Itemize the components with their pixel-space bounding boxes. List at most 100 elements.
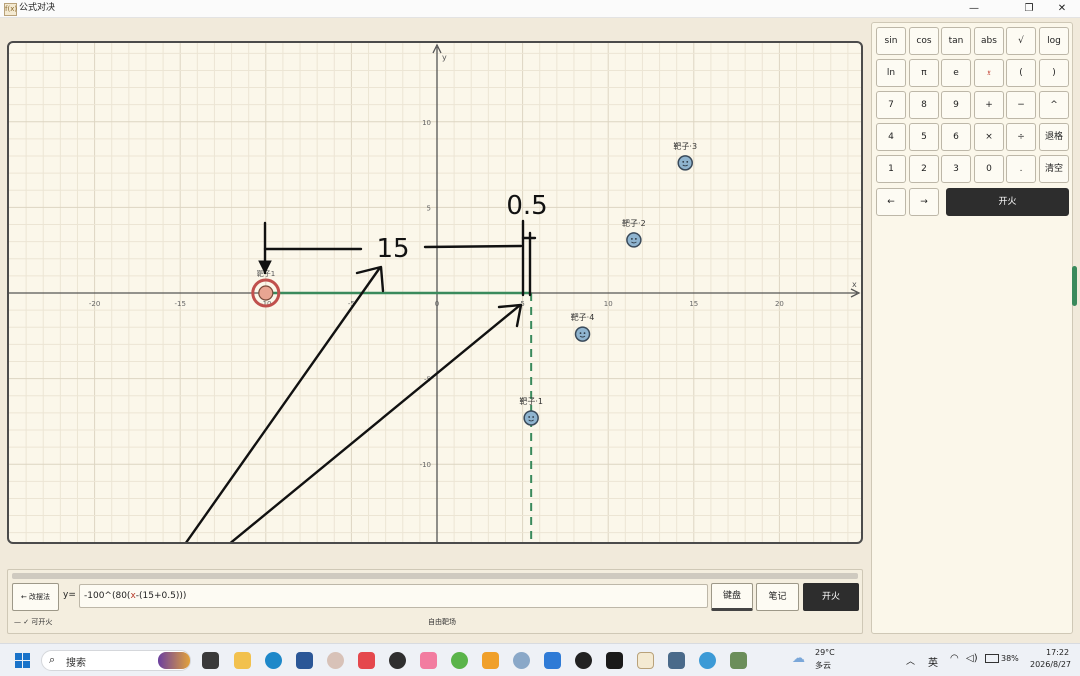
y-tick-label: 10 xyxy=(422,119,431,127)
settings-app-icon[interactable] xyxy=(513,652,530,669)
chevron-up-icon[interactable]: ︿ xyxy=(906,654,915,667)
formula-prefix: y= xyxy=(63,590,76,600)
globe-app-icon[interactable] xyxy=(699,652,716,669)
key-4-0[interactable]: 1 xyxy=(876,155,906,183)
dark-app-icon[interactable] xyxy=(389,652,406,669)
green-app-icon[interactable] xyxy=(451,652,468,669)
key-4-5[interactable]: 清空 xyxy=(1039,155,1069,183)
dev-app-icon[interactable] xyxy=(296,652,313,669)
formula-duel-app-icon[interactable] xyxy=(637,652,654,669)
title-bar: f(x) 公式对决 — ❐ ✕ xyxy=(0,0,1080,18)
x-tick-label: 20 xyxy=(775,300,784,308)
key-0-4[interactable]: √ xyxy=(1006,27,1036,55)
key-1-1[interactable]: π xyxy=(909,59,939,87)
key-1-4[interactable]: ( xyxy=(1006,59,1036,87)
target-3-label: 靶子·3 xyxy=(673,141,697,151)
close-button[interactable]: ✕ xyxy=(1044,0,1080,17)
target-eye xyxy=(579,332,582,334)
formula-input[interactable]: -100^(80(x-(15+0.5))) xyxy=(79,584,708,608)
x-tick-label: -20 xyxy=(89,300,100,308)
graph-canvas[interactable]: x y -20 -15 -10 -5 0 5 10 15 20 10 5 -5 -10 靶子·1 靶子·2 靶子·… xyxy=(7,41,863,544)
key-0-0[interactable]: sin xyxy=(876,27,906,55)
taskbar: ⌕ 搜索 ☁ 29°C 多云 ︿ 英 ◠ ◁) 38% 17:22 2026/8… xyxy=(0,643,1080,676)
target-eye xyxy=(630,238,633,240)
key-3-4[interactable]: ÷ xyxy=(1006,123,1036,151)
notes-button[interactable]: 笔记 xyxy=(756,583,799,611)
annotation-right-bracket xyxy=(423,244,523,249)
wifi-icon[interactable]: ◠ xyxy=(950,653,959,664)
clock-date[interactable]: 2026/8/27 xyxy=(1030,660,1071,669)
bilibili-icon[interactable] xyxy=(420,652,437,669)
y-axis-label: y xyxy=(442,53,447,62)
key-3-5[interactable]: 退格 xyxy=(1039,123,1069,151)
key-1-3[interactable]: 𝔵 xyxy=(974,59,1004,87)
target-3-icon xyxy=(677,155,693,171)
avatar-app-icon[interactable] xyxy=(327,652,344,669)
key-3-1[interactable]: 5 xyxy=(909,123,939,151)
restore-button[interactable]: ❐ xyxy=(1011,0,1047,17)
top-app-icon[interactable] xyxy=(606,652,623,669)
target-eye xyxy=(583,332,586,334)
key-0-1[interactable]: cos xyxy=(909,27,939,55)
key-4-2[interactable]: 3 xyxy=(941,155,971,183)
orange-app-icon[interactable] xyxy=(482,652,499,669)
key-4-4[interactable]: . xyxy=(1006,155,1036,183)
key-1-0[interactable]: ln xyxy=(876,59,906,87)
key-1-5[interactable]: ) xyxy=(1039,59,1069,87)
battery-icon[interactable] xyxy=(985,654,999,663)
key-2-5[interactable]: ^ xyxy=(1039,91,1069,119)
x-tick-label: 0 xyxy=(435,300,439,308)
key-0-5[interactable]: log xyxy=(1039,27,1069,55)
keypad-fire-button[interactable]: 开火 xyxy=(946,188,1069,216)
panel-scroll-handle[interactable] xyxy=(1072,266,1077,306)
target-eye xyxy=(528,416,531,418)
cursor-left-button[interactable]: ← xyxy=(876,188,906,216)
x-tick-label: -15 xyxy=(174,300,185,308)
task-view-icon[interactable] xyxy=(202,652,219,669)
ime-indicator[interactable]: 英 xyxy=(928,654,938,669)
fire-button[interactable]: 开火 xyxy=(803,583,859,611)
game-app-icon[interactable] xyxy=(730,652,747,669)
formula-text-post: -(15+0.5))) xyxy=(135,591,187,601)
key-2-3[interactable]: + xyxy=(974,91,1004,119)
key-0-2[interactable]: tan xyxy=(941,27,971,55)
search-highlight-icon xyxy=(158,652,190,669)
volume-icon[interactable]: ◁) xyxy=(966,653,978,664)
red-app-icon[interactable] xyxy=(358,652,375,669)
key-3-2[interactable]: 6 xyxy=(941,123,971,151)
clock-time[interactable]: 17:22 xyxy=(1046,648,1069,657)
start-icon[interactable] xyxy=(14,652,31,669)
minimize-button[interactable]: — xyxy=(956,0,992,17)
key-4-1[interactable]: 2 xyxy=(909,155,939,183)
key-3-0[interactable]: 4 xyxy=(876,123,906,151)
file-explorer-icon[interactable] xyxy=(234,652,251,669)
search-label: 搜索 xyxy=(66,658,86,669)
change-method-button[interactable]: ← 改摆法 xyxy=(12,583,59,611)
key-0-3[interactable]: abs xyxy=(974,27,1004,55)
app-icon: f(x) xyxy=(4,3,17,16)
keyboard-button[interactable]: 键盘 xyxy=(711,583,753,611)
progress-strip xyxy=(12,573,858,579)
y-tick-label: 5 xyxy=(427,204,431,212)
taskbar-search[interactable]: ⌕ 搜索 xyxy=(41,650,191,671)
calculator-icon[interactable] xyxy=(668,652,685,669)
key-2-0[interactable]: 7 xyxy=(876,91,906,119)
cursor-right-button[interactable]: → xyxy=(909,188,939,216)
key-2-1[interactable]: 8 xyxy=(909,91,939,119)
vscode-icon[interactable] xyxy=(544,652,561,669)
key-2-2[interactable]: 9 xyxy=(941,91,971,119)
key-3-3[interactable]: × xyxy=(974,123,1004,151)
edge-browser-icon[interactable] xyxy=(265,652,282,669)
key-4-3[interactable]: 0 xyxy=(974,155,1004,183)
qq-icon[interactable] xyxy=(575,652,592,669)
key-1-2[interactable]: e xyxy=(941,59,971,87)
key-2-4[interactable]: − xyxy=(1006,91,1036,119)
target-4-icon xyxy=(574,326,591,342)
weather-desc: 多云 xyxy=(815,661,831,670)
target-2-label: 靶子·2 xyxy=(622,218,646,228)
target-eye xyxy=(532,416,535,418)
x-tick-label: 10 xyxy=(604,300,613,308)
annotation-offset: 0.5 xyxy=(506,191,547,221)
x-tick-label: 15 xyxy=(689,300,698,308)
graph-svg: xy-20 -15 -10 -5 0 5 10 15 20105-5-10靶子·1靶子·2靶子·… xyxy=(9,43,861,542)
